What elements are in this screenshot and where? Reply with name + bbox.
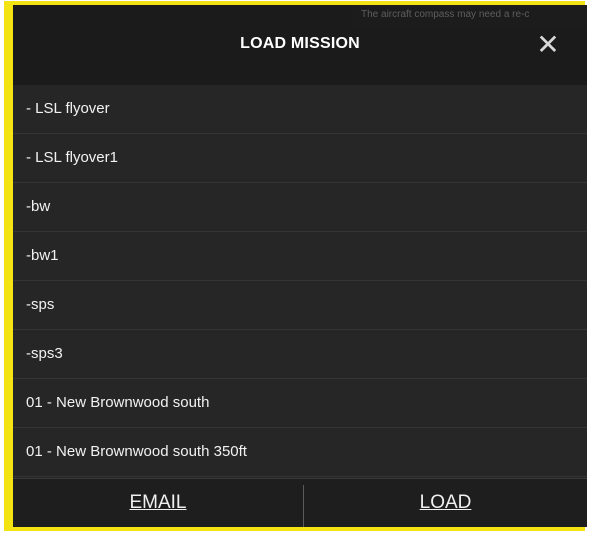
dialog-title: LOAD MISSION [240,35,360,52]
mission-item[interactable]: - LSL flyover1 [13,134,587,183]
dialog-footer: EMAIL LOAD [13,478,587,527]
load-button[interactable]: LOAD [304,479,587,527]
close-icon: ✕ [536,29,560,60]
mission-item[interactable]: 01 - New Brownwood south 350ft [13,428,587,477]
email-button[interactable]: EMAIL [13,479,303,527]
mission-item[interactable]: -bw1 [13,232,587,281]
mission-list[interactable]: - LSL flyover - LSL flyover1 -bw -bw1 -s… [13,85,587,478]
mission-item[interactable]: -sps3 [13,330,587,379]
mission-item[interactable]: -bw [13,183,587,232]
close-button[interactable]: ✕ [533,30,563,60]
mission-item[interactable]: - LSL flyover [13,85,587,134]
mission-item[interactable]: -sps [13,281,587,330]
mission-item[interactable]: 01 - New Brownwood south [13,379,587,428]
load-mission-dialog: LOAD MISSION ✕ The aircraft compass may … [13,5,587,527]
toast-notification: The aircraft compass may need a re-c [353,5,587,27]
